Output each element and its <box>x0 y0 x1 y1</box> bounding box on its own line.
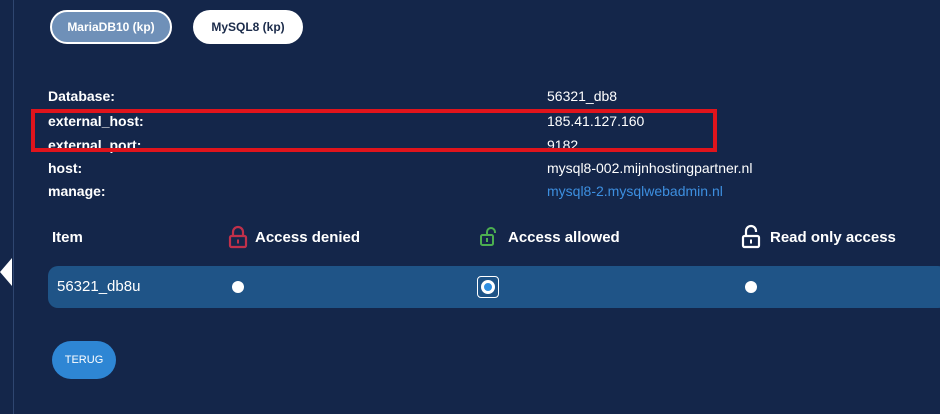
manage-label: manage: <box>48 183 106 199</box>
info-row-external-host: external_host: 185.41.127.160 <box>0 113 940 135</box>
external-host-label: external_host: <box>48 113 144 129</box>
collapse-arrow-icon[interactable] <box>0 258 12 286</box>
info-row-host: host: mysql8-002.mijnhostingpartner.nl <box>0 160 940 182</box>
database-value: 56321_db8 <box>547 88 618 104</box>
lock-open-icon <box>741 224 761 249</box>
external-port-label: external_port: <box>48 137 142 153</box>
external-host-value: 185.41.127.160 <box>547 113 645 129</box>
info-row-external-port: external_port: 9182 <box>0 137 940 159</box>
info-row-database: Database: 56321_db8 <box>0 88 940 110</box>
left-divider <box>13 0 14 414</box>
tab-mysql8[interactable]: MySQL8 (kp) <box>193 10 303 44</box>
radio-access-allowed[interactable] <box>481 280 495 294</box>
lock-closed-icon <box>228 225 248 249</box>
info-row-manage: manage: mysql8-2.mysqlwebadmin.nl <box>0 183 940 205</box>
radio-access-denied[interactable] <box>232 281 244 293</box>
denied-header-label: Access denied <box>255 228 361 246</box>
host-label: host: <box>48 160 83 176</box>
lock-open-icon <box>480 227 496 246</box>
allowed-header-label: Access allowed <box>508 228 620 246</box>
database-label: Database: <box>48 88 115 104</box>
external-port-value: 9182 <box>547 137 579 153</box>
tab-mariadb10[interactable]: MariaDB10 (kp) <box>50 10 172 44</box>
radio-read-only[interactable] <box>745 281 757 293</box>
column-header-readonly: Read only access <box>741 224 896 250</box>
readonly-header-label: Read only access <box>770 228 896 246</box>
column-header-allowed: Access allowed <box>479 224 620 250</box>
back-button[interactable]: TERUG <box>52 341 116 379</box>
manage-link[interactable]: mysql8-2.mysqlwebadmin.nl <box>547 183 723 199</box>
column-header-denied: Access denied <box>228 224 360 250</box>
row-item-name: 56321_db8u <box>57 278 141 295</box>
column-header-item: Item <box>52 224 83 250</box>
host-value: mysql8-002.mijnhostingpartner.nl <box>547 160 753 176</box>
item-header-label: Item <box>52 228 83 246</box>
